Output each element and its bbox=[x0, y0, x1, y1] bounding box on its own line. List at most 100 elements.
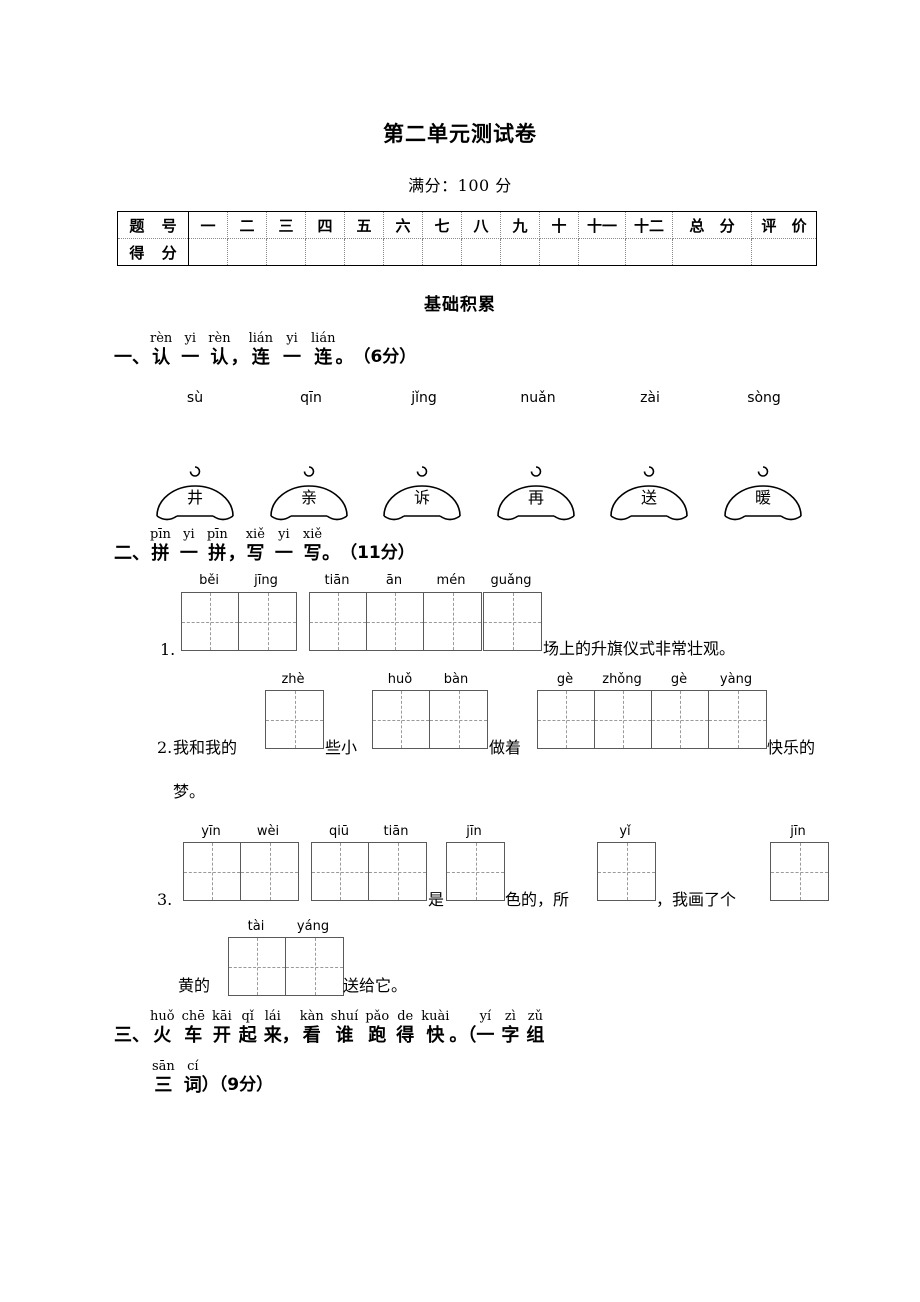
score-cell-4[interactable] bbox=[305, 238, 345, 266]
score-cell-7[interactable] bbox=[422, 238, 462, 266]
umbrella-icon-6[interactable]: 暖 bbox=[720, 462, 806, 522]
writing-grid-yinwei[interactable] bbox=[183, 842, 299, 901]
writing-grid-jin-1[interactable] bbox=[446, 842, 505, 901]
score-cell-10[interactable] bbox=[539, 238, 579, 266]
umbrella-icon-2[interactable]: 亲 bbox=[266, 462, 352, 522]
ruby-unit: yi 一 bbox=[181, 331, 199, 368]
hanzi: 得 bbox=[396, 1025, 415, 1046]
question-3-ruby-run: huǒ 火 chē 车 kāi 开 qǐ 起 lái 来 ， kàn 看 shu… bbox=[150, 1009, 544, 1046]
grid-cell[interactable] bbox=[595, 691, 652, 748]
grid-cell[interactable] bbox=[266, 691, 323, 748]
score-cell-11[interactable] bbox=[578, 238, 626, 266]
writing-grid-tiananmen[interactable] bbox=[309, 592, 482, 651]
q1-pinyin-2: qīn bbox=[300, 390, 322, 406]
q2-line3-number: 3. bbox=[157, 890, 173, 909]
writing-grid-taiyang[interactable] bbox=[228, 937, 344, 996]
grid-cell[interactable] bbox=[369, 843, 426, 900]
dome-char: 暖 bbox=[754, 488, 771, 507]
pinyin: xiě bbox=[302, 527, 323, 542]
question-2-ruby-run: pīn 拼 yi 一 pīn 拼 x ， xiě 写 yi bbox=[150, 527, 340, 564]
grid-cell[interactable] bbox=[241, 843, 298, 900]
hanzi: 一 bbox=[179, 543, 198, 564]
row-label-score: 得 分 bbox=[117, 238, 189, 266]
grid-cell[interactable] bbox=[538, 691, 595, 748]
ruby-unit: yí 一 bbox=[476, 1009, 494, 1046]
gpy-an: ān bbox=[385, 573, 403, 588]
hanzi: 谁 bbox=[335, 1025, 354, 1046]
score-cell-9[interactable] bbox=[500, 238, 540, 266]
q2-line2-mid1: 些小 bbox=[325, 738, 358, 757]
grid-cell[interactable] bbox=[430, 691, 487, 748]
writing-grid-yi[interactable] bbox=[597, 842, 656, 901]
pinyin: yi bbox=[286, 331, 298, 346]
q1-pinyin-5: zài bbox=[640, 390, 660, 406]
gpy-wei: wèi bbox=[256, 824, 280, 839]
score-cell-1[interactable] bbox=[188, 238, 228, 266]
grid-cell[interactable] bbox=[373, 691, 430, 748]
score-cell-3[interactable] bbox=[266, 238, 306, 266]
writing-grid-qiutian[interactable] bbox=[311, 842, 427, 901]
grid-cell[interactable] bbox=[484, 593, 541, 650]
grid-cell[interactable] bbox=[598, 843, 655, 900]
score-cell-5[interactable] bbox=[344, 238, 384, 266]
hanzi: 认 bbox=[210, 347, 229, 368]
ruby-unit: xiě 写 bbox=[302, 527, 323, 564]
ruby-unit: de 得 bbox=[396, 1009, 415, 1046]
ruby-unit: chē 车 bbox=[182, 1009, 205, 1046]
score-cell-evaluation[interactable] bbox=[752, 239, 817, 266]
grid-cell[interactable] bbox=[239, 593, 296, 650]
score-cell-6[interactable] bbox=[383, 238, 423, 266]
ruby-unit: yi 一 bbox=[283, 331, 301, 368]
gpy-jin-2: jīn bbox=[790, 824, 806, 839]
pinyin: xiě bbox=[245, 527, 265, 542]
writing-grid-jin-2[interactable] bbox=[770, 842, 829, 901]
grid-cell[interactable] bbox=[652, 691, 709, 748]
ruby-unit: lái 来 bbox=[264, 1009, 282, 1046]
hanzi: 写 bbox=[246, 543, 265, 564]
umbrella-icon-4[interactable]: 再 bbox=[493, 462, 579, 522]
col-7: 七 bbox=[422, 211, 462, 239]
writing-grid-guang[interactable] bbox=[483, 592, 542, 651]
hanzi: 写 bbox=[303, 543, 322, 564]
col-total: 总 分 bbox=[672, 211, 752, 239]
grid-cell[interactable] bbox=[182, 593, 239, 650]
ruby-separator: x ， bbox=[231, 332, 249, 368]
q2-line3-tail4: 送给它。 bbox=[343, 976, 408, 995]
hanzi: 看 bbox=[302, 1025, 321, 1046]
gpy-qiu: qiū bbox=[328, 824, 350, 839]
grid-cell[interactable] bbox=[184, 843, 241, 900]
ruby-unit: cí 词 bbox=[184, 1059, 202, 1096]
col-9: 九 bbox=[500, 211, 540, 239]
umbrella-icon-5[interactable]: 送 bbox=[606, 462, 692, 522]
score-cell-2[interactable] bbox=[227, 238, 267, 266]
ruby-unit: qǐ 起 bbox=[239, 1009, 257, 1046]
pinyin: yi bbox=[184, 331, 197, 346]
writing-grid-huoban[interactable] bbox=[372, 690, 488, 749]
grid-cell[interactable] bbox=[771, 843, 828, 900]
grid-cell[interactable] bbox=[229, 938, 286, 995]
pinyin: kuài bbox=[421, 1009, 450, 1024]
q1-pinyin-3: jǐng bbox=[411, 390, 437, 406]
question-2-heading: 二、 pīn 拼 yi 一 pīn 拼 x ， xiě 写 bbox=[114, 527, 415, 564]
writing-grid-zhe[interactable] bbox=[265, 690, 324, 749]
q2-line2-mid2: 做着 bbox=[489, 738, 522, 757]
writing-grid-beijing[interactable] bbox=[181, 592, 297, 651]
score-cell-8[interactable] bbox=[461, 238, 501, 266]
col-10: 十 bbox=[539, 211, 579, 239]
grid-cell[interactable] bbox=[286, 938, 343, 995]
col-4: 四 bbox=[305, 211, 345, 239]
umbrella-icon-1[interactable]: 井 bbox=[152, 462, 238, 522]
writing-grid-gezhonggeyang[interactable] bbox=[537, 690, 767, 749]
grid-cell[interactable] bbox=[367, 593, 424, 650]
grid-cell[interactable] bbox=[424, 593, 481, 650]
umbrella-icon-3[interactable]: 诉 bbox=[379, 462, 465, 522]
score-cell-12[interactable] bbox=[625, 238, 673, 266]
q2-line1-tail: 场上的升旗仪式非常壮观。 bbox=[543, 639, 736, 658]
grid-cell[interactable] bbox=[709, 691, 766, 748]
grid-cell[interactable] bbox=[447, 843, 504, 900]
grid-cell[interactable] bbox=[310, 593, 367, 650]
page-title: 第二单元测试卷 bbox=[383, 122, 537, 146]
grid-cell[interactable] bbox=[312, 843, 369, 900]
ruby-unit: zì 字 bbox=[501, 1009, 519, 1046]
score-cell-total[interactable] bbox=[672, 238, 752, 266]
